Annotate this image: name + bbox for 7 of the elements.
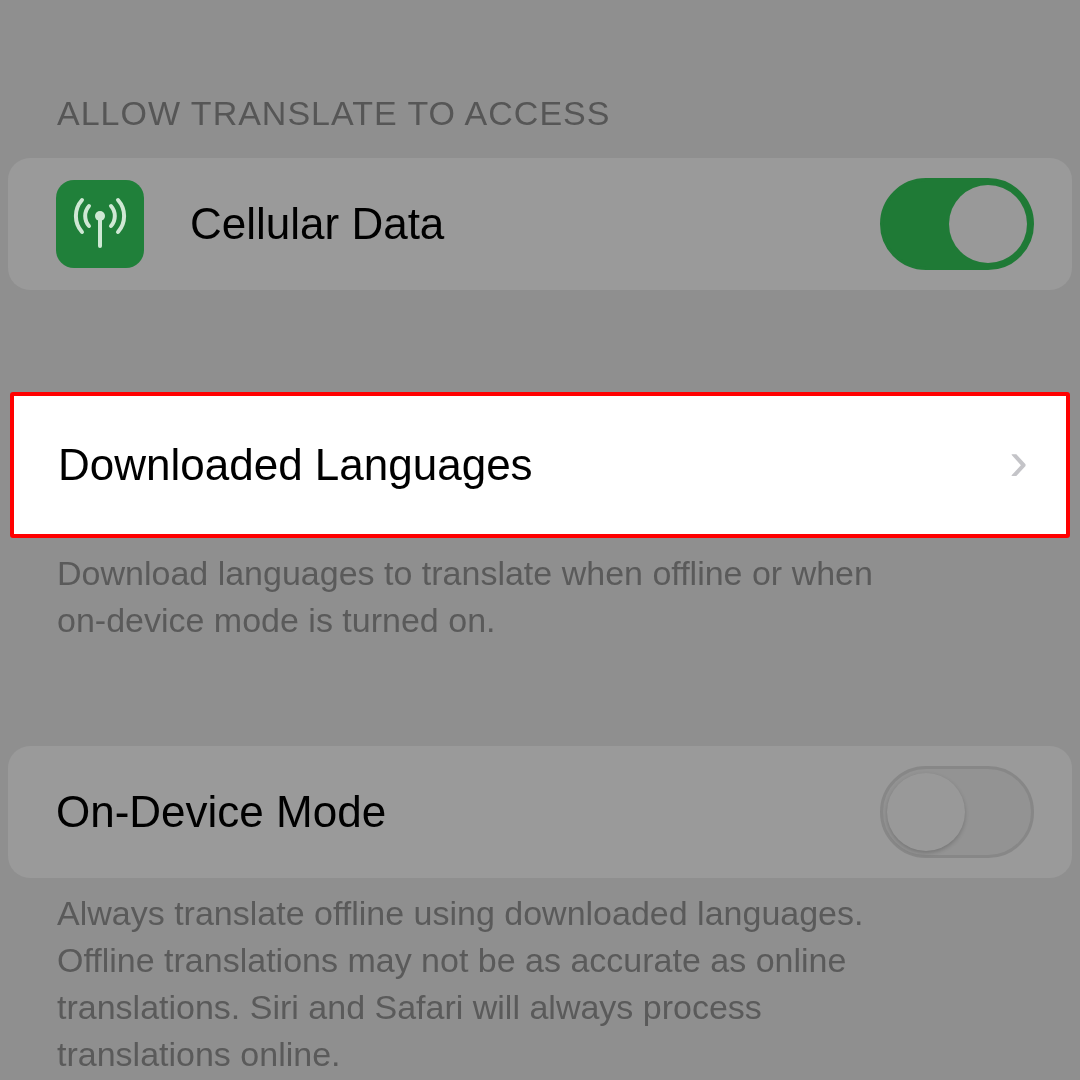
row-label: On-Device Mode <box>56 787 388 837</box>
chevron-icon: › <box>1009 433 1028 489</box>
row-label: Downloaded Languages <box>58 440 534 490</box>
section-header: ALLOW TRANSLATE TO ACCESS <box>56 94 612 134</box>
settings-row[interactable]: Downloaded Languages › <box>10 392 1070 538</box>
row-label: Cellular Data <box>190 199 446 249</box>
antenna-icon <box>56 180 144 268</box>
